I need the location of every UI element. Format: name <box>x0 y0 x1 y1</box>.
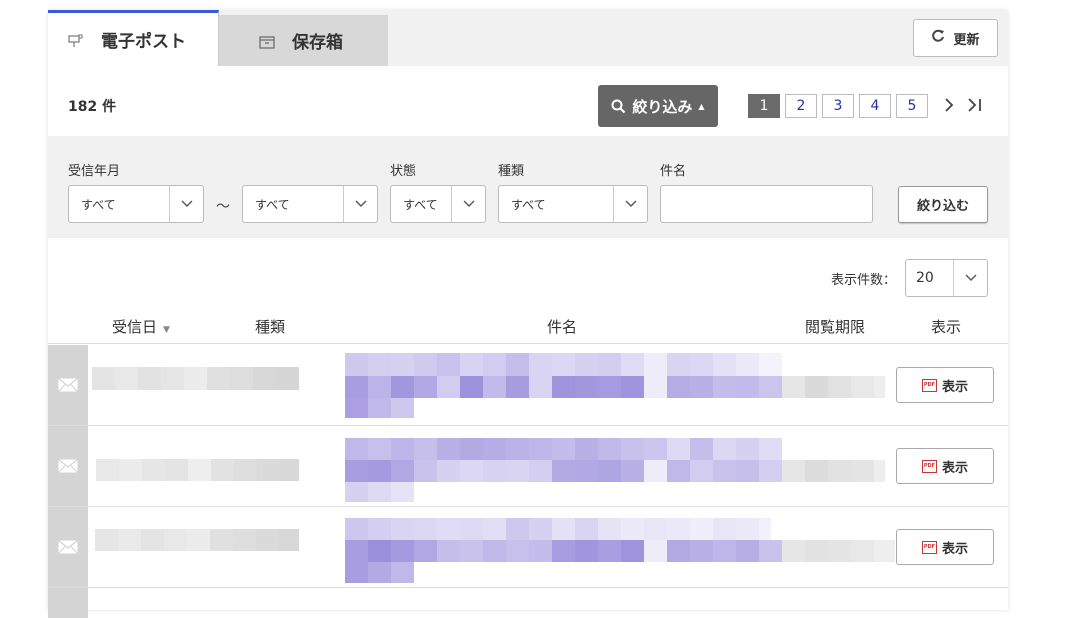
column-view: 表示 <box>931 318 962 336</box>
status-value: すべて <box>403 197 438 212</box>
archive-box-icon <box>259 34 275 49</box>
table-row[interactable] <box>48 588 1008 618</box>
display-count-value: 20 <box>916 270 934 286</box>
column-subject: 件名 <box>547 318 578 336</box>
redacted-received-date <box>95 529 299 551</box>
received-to-select[interactable]: すべて <box>242 185 378 223</box>
received-from-value: すべて <box>81 197 116 212</box>
received-month-label: 受信年月 <box>68 164 121 179</box>
subject-input[interactable] <box>660 185 873 223</box>
view-pdf-button[interactable]: PDF 表示 <box>896 448 994 484</box>
column-received-date-label: 受信日 <box>112 318 158 336</box>
redacted-received-date <box>96 459 299 481</box>
search-icon <box>611 99 626 114</box>
redacted-subject-line-3 <box>345 482 414 502</box>
pagination: 1 2 3 4 5 <box>748 94 985 118</box>
next-page-icon[interactable] <box>939 97 959 116</box>
view-pdf-button[interactable]: PDF 表示 <box>896 529 994 565</box>
received-to-value: すべて <box>255 197 290 212</box>
tab-storage-box-label: 保存箱 <box>292 33 343 53</box>
type-select[interactable]: すべて <box>498 185 648 223</box>
subject-label: 件名 <box>660 164 687 179</box>
pdf-icon: PDF <box>921 459 937 473</box>
status-label: 状態 <box>390 164 417 179</box>
page-3[interactable]: 3 <box>822 94 854 118</box>
table-row[interactable]: PDF 表示 <box>48 426 1008 507</box>
sort-down-icon: ▼ <box>163 325 170 335</box>
view-pdf-button[interactable]: PDF 表示 <box>896 367 994 403</box>
page-5[interactable]: 5 <box>896 94 928 118</box>
view-pdf-label: 表示 <box>941 460 968 476</box>
pdf-icon: PDF <box>921 378 937 392</box>
tab-bar: 電子ポスト 保存箱 更新 <box>48 10 1008 66</box>
chevron-down-icon <box>343 186 377 222</box>
filter-panel: 受信年月 すべて ～ すべて 状態 すべて 種類 すべて 件名 絞り込む <box>48 136 1008 238</box>
chevron-down-icon <box>169 186 203 222</box>
chevron-down-icon <box>613 186 647 222</box>
redacted-subject-line-2 <box>345 376 885 398</box>
page-2[interactable]: 2 <box>785 94 817 118</box>
refresh-label: 更新 <box>953 32 980 48</box>
caret-up-icon: ▲ <box>698 101 705 111</box>
range-tilde: ～ <box>216 199 230 215</box>
envelope-icon <box>48 426 88 506</box>
page-4[interactable]: 4 <box>859 94 891 118</box>
view-pdf-label: 表示 <box>941 541 968 557</box>
type-label: 種類 <box>498 164 525 179</box>
view-pdf-label: 表示 <box>941 379 968 395</box>
redacted-subject-line-1 <box>345 438 782 460</box>
table-row[interactable]: PDF 表示 <box>48 507 1008 588</box>
page-1[interactable]: 1 <box>748 94 780 118</box>
redacted-subject-line-2 <box>345 460 885 482</box>
display-count-select[interactable]: 20 <box>905 259 988 297</box>
redacted-received-date <box>92 367 299 390</box>
table-header: 受信日 ▼ 種類 件名 閲覧期限 表示 <box>48 310 1008 344</box>
column-received-date[interactable]: 受信日 ▼ <box>112 316 170 337</box>
refresh-button[interactable]: 更新 <box>913 19 998 57</box>
envelope-icon <box>48 507 88 587</box>
chevron-down-icon <box>451 186 485 222</box>
received-from-select[interactable]: すべて <box>68 185 204 223</box>
filter-toggle-button[interactable]: 絞り込み ▲ <box>598 85 718 127</box>
summary-bar: 182 件 絞り込み ▲ 1 2 3 4 5 <box>48 66 1008 136</box>
redacted-subject-line-2 <box>345 540 895 562</box>
column-expiry: 閲覧期限 <box>805 318 866 336</box>
redacted-subject-line-3 <box>345 398 414 418</box>
redacted-subject-line-3 <box>345 562 414 583</box>
pdf-icon: PDF <box>921 540 937 554</box>
column-type: 種類 <box>255 318 286 336</box>
display-count-label: 表示件数： <box>831 273 897 288</box>
apply-filter-button[interactable]: 絞り込む <box>898 186 988 223</box>
filter-toggle-label: 絞り込み <box>632 97 693 116</box>
tab-electronic-post[interactable]: 電子ポスト <box>48 10 219 66</box>
tab-storage-box[interactable]: 保存箱 <box>219 15 388 66</box>
chevron-down-icon <box>953 260 987 296</box>
tab-electronic-post-label: 電子ポスト <box>101 32 186 52</box>
mailbox-icon <box>68 33 84 47</box>
envelope-icon <box>48 345 88 425</box>
type-value: すべて <box>511 197 546 212</box>
last-page-icon[interactable] <box>965 97 985 116</box>
envelope-strip <box>48 588 88 618</box>
redacted-subject-line-1 <box>345 353 782 376</box>
electronic-post-panel: 電子ポスト 保存箱 更新 182 件 絞り込み ▲ 1 2 3 4 5 受信年月… <box>48 10 1008 618</box>
redacted-subject-line-1 <box>345 518 771 540</box>
result-count: 182 件 <box>68 99 117 115</box>
refresh-icon <box>931 29 945 47</box>
table-row[interactable]: PDF 表示 <box>48 345 1008 426</box>
status-select[interactable]: すべて <box>390 185 486 223</box>
